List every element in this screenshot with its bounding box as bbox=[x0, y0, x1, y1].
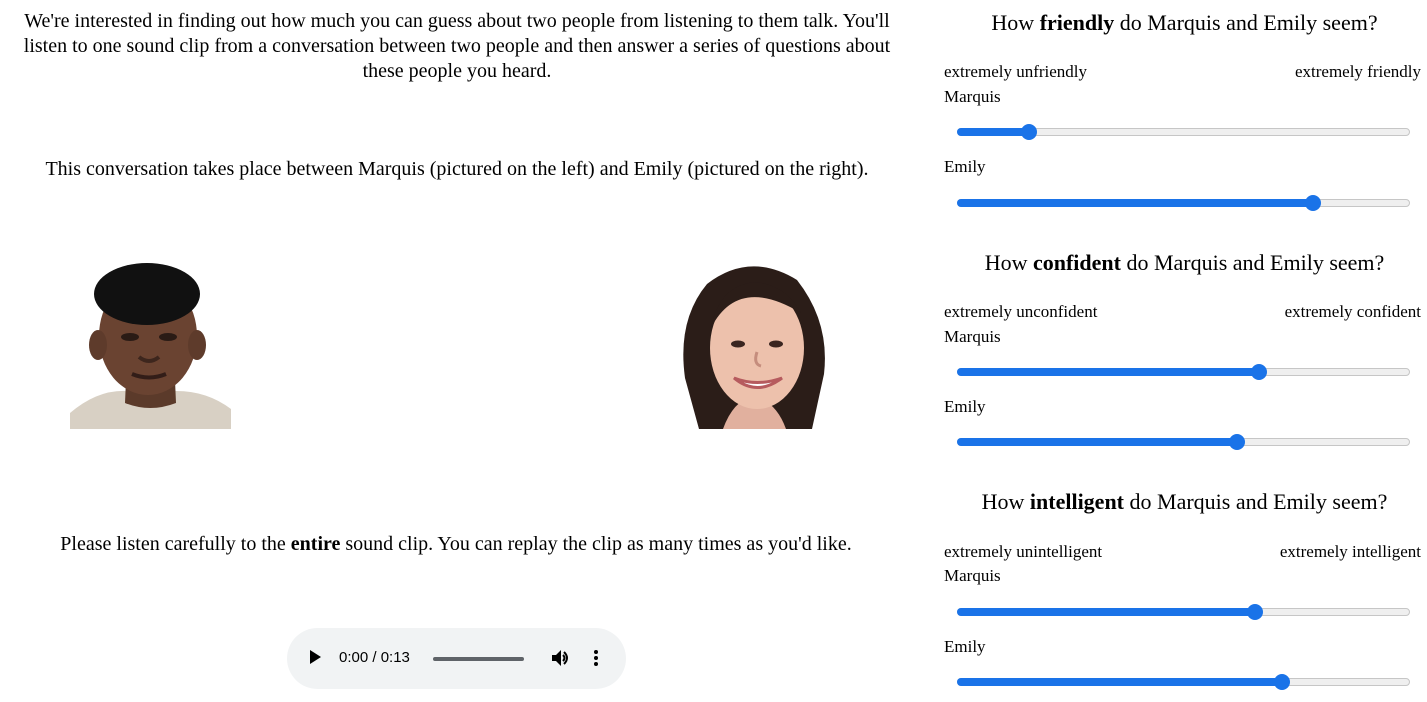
conversation-description: This conversation takes place between Ma… bbox=[45, 158, 869, 180]
trait-label: confident bbox=[1032, 250, 1121, 275]
intelligent-marquis-label: Marquis bbox=[944, 566, 1001, 585]
slider-fill bbox=[957, 608, 1255, 616]
slider-thumb[interactable] bbox=[1305, 195, 1321, 211]
friendly-max-label: extremely friendly bbox=[1294, 62, 1421, 81]
friendly-marquis-slider[interactable] bbox=[957, 124, 1410, 140]
slider-thumb[interactable] bbox=[1021, 124, 1037, 140]
instruction-text-start: Please listen carefully to the bbox=[60, 533, 291, 555]
intelligent-marquis-slider[interactable] bbox=[957, 604, 1410, 620]
confident-question: How confident do Marquis and Emily seem? bbox=[944, 250, 1425, 276]
question-prefix: How bbox=[981, 489, 1030, 514]
friendly-min-label: extremely unfriendly bbox=[944, 62, 1088, 81]
slider-fill bbox=[957, 199, 1313, 207]
slider-fill bbox=[957, 368, 1259, 376]
intelligent-emily-label: Emily bbox=[944, 637, 986, 656]
slider-thumb[interactable] bbox=[1274, 674, 1290, 690]
confident-emily-label: Emily bbox=[944, 397, 986, 416]
question-suffix: do Marquis and Emily seem? bbox=[1114, 10, 1378, 35]
listening-instruction: Please listen carefully to the entire so… bbox=[0, 532, 912, 557]
question-suffix: do Marquis and Emily seem? bbox=[1120, 250, 1385, 275]
confident-max-label: extremely confident bbox=[1284, 302, 1421, 321]
slider-thumb[interactable] bbox=[1251, 364, 1267, 380]
rating-panel: How friendly do Marquis and Emily seem? … bbox=[936, 0, 1427, 702]
intelligent-max-label: extremely intelligent bbox=[1279, 542, 1421, 561]
audio-progress-bar[interactable] bbox=[433, 657, 524, 661]
question-prefix: How bbox=[991, 10, 1040, 35]
question-suffix: do Marquis and Emily seem? bbox=[1124, 489, 1388, 514]
confident-emily-slider[interactable] bbox=[957, 434, 1410, 450]
slider-fill bbox=[957, 438, 1237, 446]
instruction-emphasis: entire bbox=[290, 533, 341, 555]
audio-player[interactable]: 0:00 / 0:13 bbox=[287, 628, 626, 689]
slider-thumb[interactable] bbox=[1247, 604, 1263, 620]
instructions-panel: We're interested in finding out how much… bbox=[0, 0, 912, 702]
volume-icon[interactable] bbox=[549, 647, 571, 669]
play-icon[interactable] bbox=[310, 650, 321, 664]
audio-time: 0:00 / 0:13 bbox=[339, 649, 410, 666]
intelligent-emily-slider[interactable] bbox=[957, 674, 1410, 690]
confident-marquis-label: Marquis bbox=[944, 327, 1001, 346]
more-options-icon[interactable] bbox=[589, 647, 603, 669]
confident-marquis-slider[interactable] bbox=[957, 364, 1410, 380]
slider-thumb[interactable] bbox=[1229, 434, 1245, 450]
slider-fill bbox=[957, 128, 1029, 136]
emily-photo bbox=[677, 256, 830, 429]
trait-label: intelligent bbox=[1029, 489, 1125, 514]
friendly-emily-slider[interactable] bbox=[957, 195, 1410, 211]
friendly-emily-label: Emily bbox=[944, 157, 986, 176]
slider-fill bbox=[957, 678, 1282, 686]
marquis-photo bbox=[70, 253, 231, 429]
instruction-text-end: sound clip. You can replay the clip as m… bbox=[340, 533, 852, 555]
intelligent-question: How intelligent do Marquis and Emily see… bbox=[944, 489, 1425, 515]
intelligent-min-label: extremely unintelligent bbox=[944, 542, 1103, 561]
intro-paragraph: We're interested in finding out how much… bbox=[23, 10, 891, 82]
friendly-question: How friendly do Marquis and Emily seem? bbox=[944, 10, 1425, 36]
confident-min-label: extremely unconfident bbox=[944, 302, 1098, 321]
friendly-marquis-label: Marquis bbox=[944, 87, 1001, 106]
question-prefix: How bbox=[984, 250, 1033, 275]
trait-label: friendly bbox=[1039, 10, 1115, 35]
